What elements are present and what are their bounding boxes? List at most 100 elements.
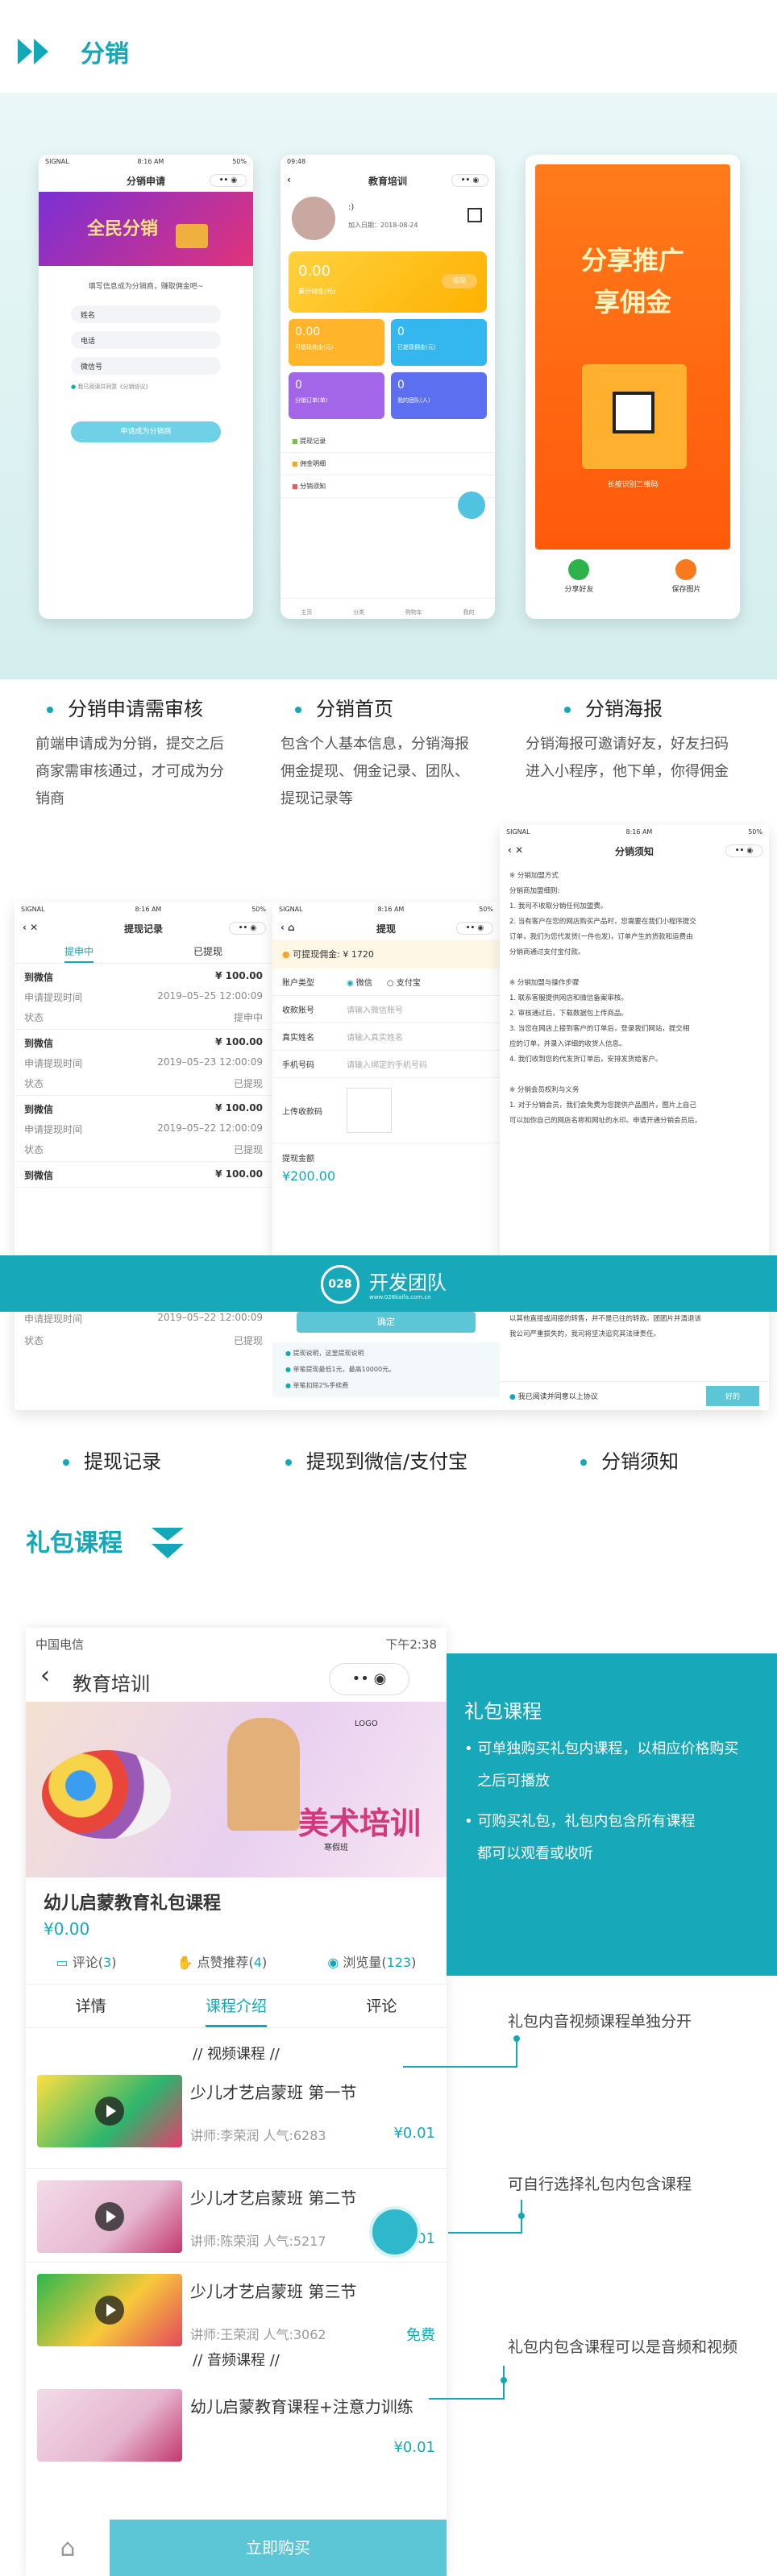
record-time-label: 申请提现时间 [24, 1124, 83, 1135]
feature-desc-line: 佣金提现、佣金记录、团队、 [280, 763, 469, 780]
record-time-label: 申请提现时间 [24, 1058, 83, 1069]
feature-title: 提现到微信/支付宝 [306, 1450, 468, 1473]
agree-checkbox[interactable]: ● 我已阅读并同意《分销协议》 [71, 383, 221, 391]
team-card[interactable]: 0 我的团队(人) [391, 372, 487, 419]
customer-service-icon[interactable] [369, 2206, 421, 2258]
radio-alipay[interactable]: ○ 支付宝 [387, 976, 421, 988]
name-row: 真实姓名 请输入真实姓名 [272, 1023, 500, 1051]
submit-button[interactable]: 申请成为分销商 [71, 421, 221, 442]
capsule-menu[interactable]: •• ◉ [329, 1663, 409, 1695]
withdraw-notes: ● 提现说明，这里提现说明 ● 单笔提现最低1元，最高10000元。 ● 单笔扣… [272, 1342, 500, 1397]
upload-qrcode-icon[interactable] [347, 1088, 392, 1133]
tab-cart[interactable]: 购物车 [405, 608, 422, 619]
eye-icon: ◉ [327, 1955, 343, 1970]
record-status-row: 状态 提申中 [15, 1010, 272, 1024]
home-icon[interactable]: ⌂ [26, 2520, 110, 2576]
capsule-menu[interactable]: •• ◉ [229, 922, 266, 935]
play-icon[interactable] [95, 2296, 124, 2325]
menu-withdraw-records[interactable]: ■ 提现记录 [280, 430, 495, 453]
status-bar: SIGNAL 8:16 AM 50% [15, 902, 272, 917]
back-close-icon[interactable]: ‹ ✕ [508, 844, 523, 856]
agree-checkbox[interactable]: ● 我已阅读并同意以上协议 [509, 1391, 598, 1401]
record-status-label: 状态 [24, 1144, 44, 1155]
row-label: 上传收款码 [282, 1107, 322, 1117]
tab-comments[interactable]: 评论 [366, 1985, 397, 2027]
play-icon[interactable] [95, 2097, 124, 2126]
ok-button[interactable]: 好的 [705, 1386, 759, 1406]
available-commission-card[interactable]: 0.00 可提现佣金(元) [289, 319, 384, 366]
name-input[interactable]: 请输入真实姓名 [347, 1031, 403, 1043]
back-icon[interactable]: ‹ [40, 1661, 50, 1690]
confirm-button[interactable]: 确定 [297, 1312, 476, 1333]
phone-field[interactable]: 电话 [71, 331, 221, 349]
capsule-menu[interactable]: •• ◉ [456, 922, 493, 935]
product-title: 幼儿启蒙教育礼包课程 [44, 1894, 222, 1914]
back-close-icon[interactable]: ‹ ✕ [23, 922, 38, 933]
tab-category[interactable]: 分类 [353, 608, 364, 619]
withdraw-tail: 确定 ● 提现说明，这里提现说明 ● 单笔提现最低1元，最高10000元。 ● … [272, 1312, 500, 1410]
card-label: 我的团队(人) [397, 397, 430, 404]
comments-stat[interactable]: ▭ 评论(3) [56, 1952, 117, 1971]
capsule-menu[interactable]: •• ◉ [451, 174, 488, 187]
qr-caption: 长按识别二维码 [607, 481, 659, 489]
nav-bar: ‹ ✕ 分销须知 •• ◉ [500, 840, 769, 862]
tab-detail[interactable]: 详情 [76, 1985, 106, 2027]
capsule-menu[interactable]: •• ◉ [210, 174, 247, 187]
notice-line: 可以加你自己的网店名称和网址的水印。申请开通分销会员后， [509, 1117, 702, 1125]
qrcode-icon[interactable] [467, 208, 482, 222]
name-field[interactable]: 姓名 [71, 305, 221, 323]
account-input[interactable]: 请输入微信账号 [347, 1003, 403, 1015]
product-price: ¥0.00 [44, 1919, 90, 1939]
avatar[interactable] [292, 197, 335, 240]
notice-line: ※ 分销加盟与操作步骤 [509, 979, 580, 987]
withdrawn-commission-card[interactable]: 0 已提现佣金(元) [391, 319, 487, 366]
audio-course-item[interactable]: 幼儿启蒙教育课程+注意力训练 ¥0.01 [26, 2378, 447, 2471]
amount-input[interactable]: ¥200.00 [282, 1168, 490, 1184]
banner-text: 全民分销 [87, 219, 159, 239]
feature-title: 分销须知 [601, 1450, 679, 1473]
likes-stat[interactable]: ✋ 点赞推荐(4) [177, 1952, 268, 1971]
buy-now-button[interactable]: 立即购买 [110, 2520, 447, 2576]
wechat-field[interactable]: 微信号 [71, 357, 221, 375]
course-item[interactable]: 少儿才艺启蒙班 第一节 讲师:李荣润 人气:6283 ¥0.01 [26, 2075, 447, 2168]
panel-bullet-line: 之后可播放 [477, 1773, 550, 1790]
menu-commission-detail[interactable]: ■ 佣金明细 [280, 453, 495, 475]
views-stat: ◉ 浏览量(123) [327, 1952, 416, 1971]
course-list: 少儿才艺启蒙班 第一节 讲师:李荣润 人气:6283 ¥0.01 少儿才艺启蒙班… [26, 2064, 447, 2346]
course-item[interactable]: 少儿才艺启蒙班 第二节 讲师:陈荣润 人气:5217 ¥0.01 [26, 2168, 447, 2262]
back-icon[interactable]: ‹ [287, 174, 291, 185]
back-home-icon[interactable]: ‹ ⌂ [280, 922, 295, 933]
course-item[interactable]: 少儿才艺启蒙班 第三节 讲师:王荣润 人气:3062 免费 [26, 2262, 447, 2355]
record-status: 提申中 [233, 1012, 263, 1023]
tab-home[interactable]: 主页 [301, 608, 312, 619]
available-banner: ● 可提现佣金: ¥ 1720 [272, 940, 500, 969]
feature-desc-line: 进入小程序，他下单，你得佣金 [526, 763, 729, 780]
orders-card[interactable]: 0 分销订单(单) [289, 372, 384, 419]
capsule-menu[interactable]: •• ◉ [725, 844, 762, 857]
card-value: 0 [397, 326, 405, 338]
share-friend-button[interactable]: 分享好友 [564, 559, 594, 594]
feature-desc-line: 销商 [35, 790, 64, 807]
tab-pending[interactable]: 提申中 [64, 940, 93, 963]
record-time-row: 申请提现时间 2019–05–23 12:00:09 [15, 1056, 272, 1070]
record-item: 到微信 ¥ 100.00 [15, 1162, 272, 1188]
phone-input[interactable]: 请输入绑定的手机号码 [347, 1058, 427, 1070]
radio-wechat[interactable]: ◉ 微信 [347, 976, 372, 988]
feature-title: 分销海报 [585, 698, 663, 720]
feature-desc-line: 提现记录等 [280, 790, 353, 807]
withdraw-button[interactable]: 提现 [442, 274, 477, 288]
panel-bullet-line: 可购买礼包，礼包内包含所有课程 [477, 1813, 696, 1830]
tab-course-intro[interactable]: 课程介绍 [205, 1985, 267, 2027]
tab-done[interactable]: 已提现 [193, 940, 222, 963]
card-value: 0.00 [295, 326, 321, 338]
tab-mine[interactable]: 我的 [463, 608, 475, 619]
share-fab-icon[interactable] [458, 492, 485, 519]
play-icon[interactable] [95, 2202, 124, 2231]
feature-desc-line: 分销海报可邀请好友，好友扫码 [526, 736, 729, 753]
note-line: ● 单笔提现最低1元，最高10000元。 [285, 1366, 396, 1373]
banner-logo: LOGO [355, 1719, 378, 1728]
card-label: 已提现佣金(元) [397, 344, 436, 351]
save-image-button[interactable]: 保存图片 [671, 559, 701, 594]
brand-overlay: 028 开发团队 www.028kaifa.com.cn [0, 1255, 777, 1312]
notice-line: 1. 联系客服提供网店和微信备案审核。 [509, 994, 628, 1002]
